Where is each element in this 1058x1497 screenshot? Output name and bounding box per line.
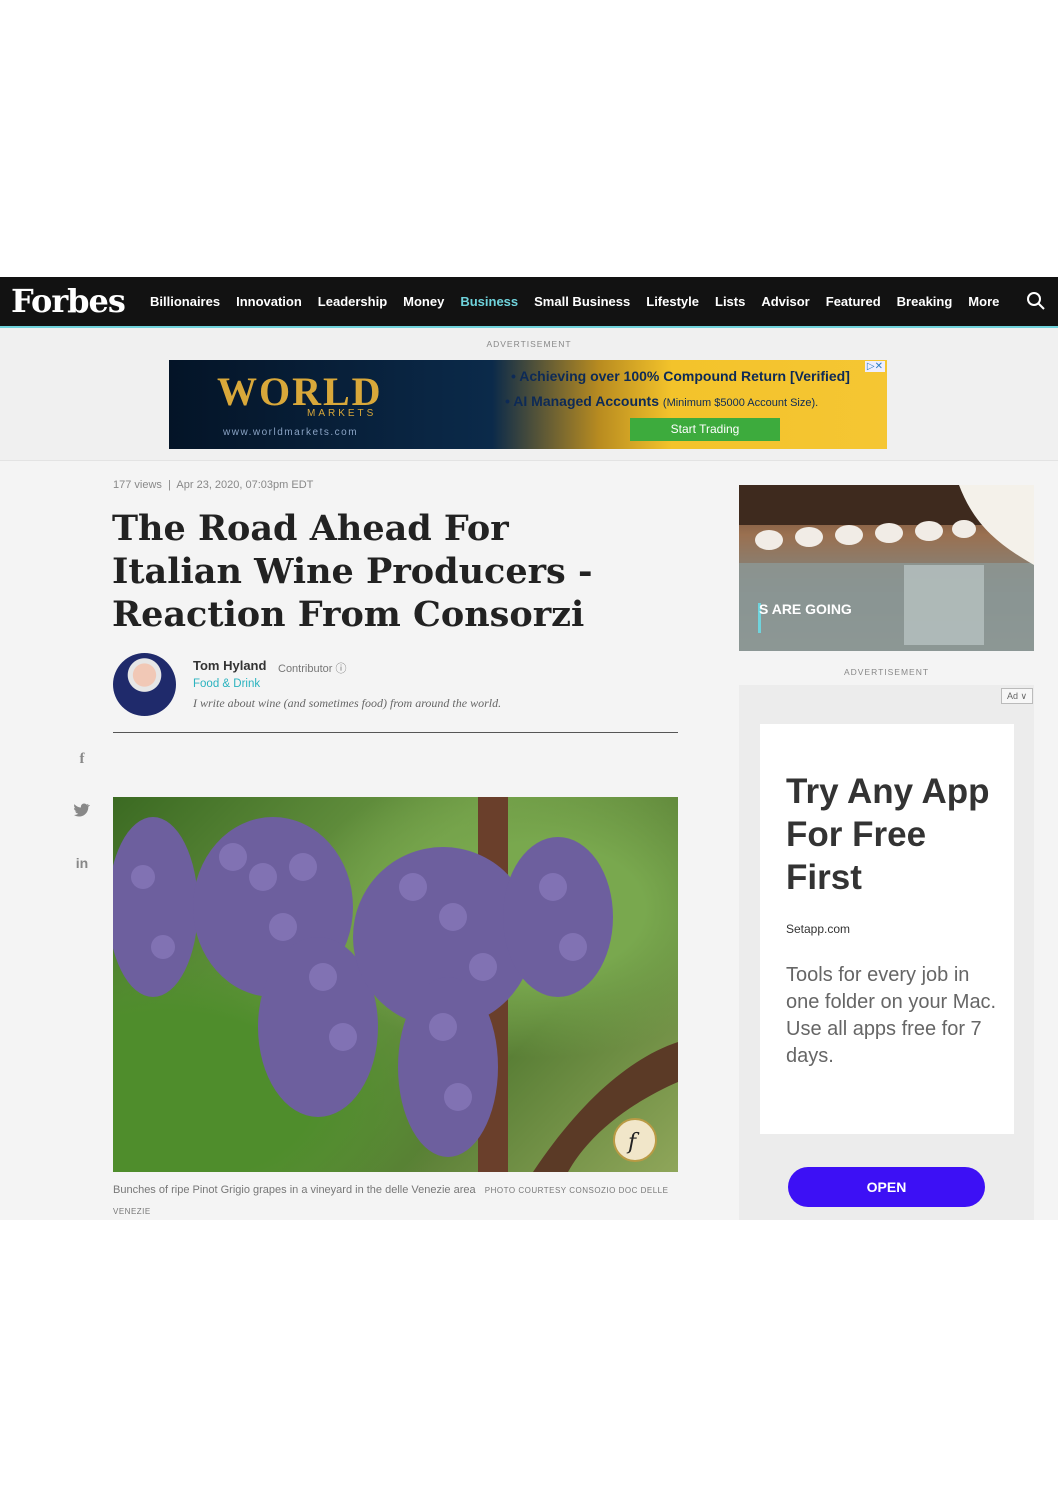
ad-label: ADVERTISEMENT [486, 339, 572, 349]
ad-card-body: Tools for every job in one folder on you… [786, 964, 997, 1067]
publish-date: Apr 23, 2020, 07:03pm EDT [176, 479, 314, 491]
banner-url: www.worldmarkets.com [223, 427, 359, 438]
setapp-ad[interactable]: Ad ∨ Try Any App For Free First Setapp.c… [739, 685, 1034, 1220]
author-role: Contributor ⓘ [278, 663, 347, 675]
nav-link-small-business[interactable]: Small Business [534, 294, 630, 309]
start-trading-button[interactable]: Start Trading [630, 418, 780, 441]
nav-link-featured[interactable]: Featured [826, 294, 881, 309]
ad-choices-icon[interactable]: ▷✕ [864, 361, 885, 372]
author-divider [113, 732, 678, 733]
ad-card-title: Try Any App For Free First [786, 772, 990, 897]
top-ad-band: ADVERTISEMENT WORLD MARKETS www.worldmar… [0, 328, 1058, 461]
banner-bullet-2: • AI Managed Accounts (Minimum $5000 Acc… [505, 393, 819, 409]
ad-chip-dropdown[interactable]: Ad ∨ [1001, 688, 1033, 704]
ad-card-domain: Setapp.com [786, 922, 851, 936]
sidebar-ad-label: ADVERTISEMENT [843, 667, 930, 677]
search-icon[interactable] [1026, 291, 1046, 311]
world-markets-banner[interactable]: WORLD MARKETS www.worldmarkets.com • Ach… [169, 360, 887, 449]
hero-image-grapes: f [113, 797, 678, 1172]
info-icon[interactable]: ⓘ [335, 663, 346, 675]
nav-link-breaking[interactable]: Breaking [897, 294, 953, 309]
article-headline: The Road Ahead For Italian Wine Producer… [112, 508, 593, 635]
screenshot-viewport: Forbes Billionaires Innovation Leadershi… [0, 277, 1058, 1220]
facebook-icon[interactable]: f [72, 751, 92, 768]
nav-link-lifestyle[interactable]: Lifestyle [646, 294, 699, 309]
author-avatar[interactable] [113, 653, 176, 716]
hero-caption: Bunches of ripe Pinot Grigio grapes in a… [113, 1180, 678, 1220]
nav-link-business[interactable]: Business [460, 294, 518, 309]
forbes-logo[interactable]: Forbes [11, 282, 126, 320]
nav-link-leadership[interactable]: Leadership [318, 294, 387, 309]
author-bio: I write about wine (and sometimes food) … [193, 696, 502, 710]
ad-open-button[interactable]: OPEN [788, 1167, 985, 1207]
twitter-icon[interactable] [72, 803, 92, 821]
ad-card[interactable]: Try Any App For Free First Setapp.com To… [760, 724, 1014, 1134]
nav-link-innovation[interactable]: Innovation [236, 294, 302, 309]
nav-link-lists[interactable]: Lists [715, 294, 745, 309]
article-meta: 177 views | Apr 23, 2020, 07:03pm EDT [113, 479, 314, 491]
nav-link-advisor[interactable]: Advisor [761, 294, 809, 309]
nav-links: Billionaires Innovation Leadership Money… [150, 277, 1015, 326]
nav-link-more[interactable]: More [968, 294, 999, 309]
author-name[interactable]: Tom Hyland [193, 658, 266, 673]
banner-brand-sub: MARKETS [307, 408, 377, 419]
nav-link-billionaires[interactable]: Billionaires [150, 294, 220, 309]
top-nav: Forbes Billionaires Innovation Leadershi… [0, 277, 1058, 328]
banner-bullet-1: • Achieving over 100% Compound Return [V… [511, 368, 850, 384]
sidebar-video-thumbnail[interactable]: S ARE GOING [739, 485, 1034, 651]
linkedin-icon[interactable]: in [72, 855, 92, 871]
view-count: 177 views [113, 479, 162, 491]
caption-text: Bunches of ripe Pinot Grigio grapes in a… [113, 1184, 476, 1196]
nav-link-money[interactable]: Money [403, 294, 444, 309]
video-overlay-text: S ARE GOING [759, 601, 852, 617]
author-section-link[interactable]: Food & Drink [193, 678, 260, 690]
